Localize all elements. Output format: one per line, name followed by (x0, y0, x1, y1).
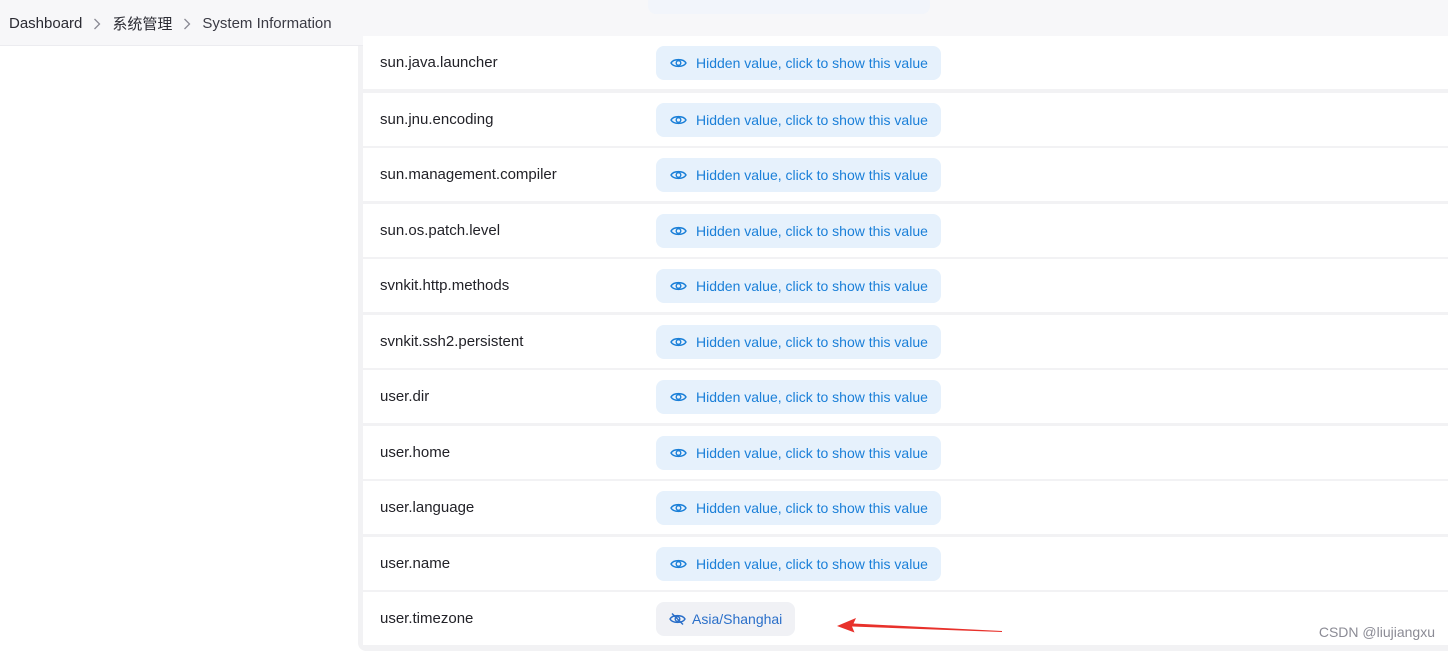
show-value-button[interactable]: Hidden value, click to show this value (656, 269, 941, 303)
show-value-button[interactable]: Hidden value, click to show this value (656, 158, 941, 192)
eye-icon (670, 225, 696, 237)
table-row: sun.os.patch.level Hidden value, click to… (363, 204, 1448, 257)
show-value-button[interactable]: Hidden value, click to show this value (656, 103, 941, 137)
eye-icon (670, 169, 696, 181)
table-row: user.home Hidden value, click to show thi… (363, 426, 1448, 479)
eye-icon (670, 57, 696, 69)
property-key: user.dir (380, 388, 430, 405)
annotation-arrow (837, 618, 1002, 633)
property-key: svnkit.ssh2.persistent (380, 333, 524, 350)
eye-icon (670, 558, 696, 570)
chevron-right-icon (172, 15, 202, 32)
property-key: svnkit.http.methods (380, 277, 510, 294)
breadcrumb-dashboard[interactable]: Dashboard (9, 15, 82, 32)
hidden-value-label: Hidden value, click to show this value (696, 278, 928, 294)
hidden-value-label: Hidden value, click to show this value (696, 389, 928, 405)
revealed-value-button[interactable]: Asia/Shanghai (656, 602, 796, 636)
hidden-value-label: Hidden value, click to show this value (696, 334, 928, 350)
property-key: sun.jnu.encoding (380, 111, 494, 128)
eye-icon (670, 280, 696, 292)
scrolled-button-remnant (648, 0, 930, 14)
chevron-right-icon (82, 15, 112, 32)
show-value-button[interactable]: Hidden value, click to show this value (656, 436, 941, 470)
watermark: CSDN @liujiangxu (1318, 624, 1435, 640)
show-value-button[interactable]: Hidden value, click to show this value (656, 325, 941, 359)
property-key: sun.management.compiler (380, 166, 557, 183)
hidden-value-label: Hidden value, click to show this value (696, 223, 928, 239)
show-value-button[interactable]: Hidden value, click to show this value (656, 46, 941, 80)
hidden-value-label: Hidden value, click to show this value (696, 500, 928, 516)
show-value-button[interactable]: Hidden value, click to show this value (656, 491, 941, 525)
breadcrumb-system-management[interactable]: 系统管理 (112, 13, 172, 34)
table-row: user.dir Hidden value, click to show this… (363, 370, 1448, 423)
hidden-value-label: Hidden value, click to show this value (696, 167, 928, 183)
eye-icon (670, 447, 696, 459)
property-key: user.home (380, 444, 451, 461)
table-row: sun.jnu.encoding Hidden value, click to s… (363, 93, 1448, 146)
hidden-value-label: Hidden value, click to show this value (696, 445, 928, 461)
eye-icon (670, 391, 696, 403)
property-key: sun.java.launcher (380, 54, 498, 71)
property-key: user.timezone (380, 610, 474, 627)
eye-off-icon (669, 612, 692, 626)
hidden-value-label: Hidden value, click to show this value (696, 112, 928, 128)
table-row: user.name Hidden value, click to show thi… (363, 537, 1448, 590)
table-row: svnkit.ssh2.persistent Hidden value, clic… (363, 315, 1448, 368)
hidden-value-label: Hidden value, click to show this value (696, 556, 928, 572)
table-row: user.language Hidden value, click to show… (363, 481, 1448, 534)
table-row: sun.management.compiler Hidden value, cli… (363, 148, 1448, 201)
show-value-button[interactable]: Hidden value, click to show this value (656, 214, 941, 248)
eye-icon (670, 114, 696, 126)
table-row: svnkit.http.methods Hidden value, click t… (363, 259, 1448, 312)
eye-icon (670, 336, 696, 348)
property-key: user.language (380, 499, 475, 516)
show-value-button[interactable]: Hidden value, click to show this value (656, 380, 941, 414)
eye-icon (670, 502, 696, 514)
breadcrumb: Dashboard 系统管理 System Information (9, 12, 332, 34)
property-value: Asia/Shanghai (692, 611, 783, 627)
show-value-button[interactable]: Hidden value, click to show this value (656, 547, 941, 581)
property-key: sun.os.patch.level (380, 222, 501, 239)
breadcrumb-system-information: System Information (202, 14, 332, 32)
table-row: sun.java.launcher Hidden value, click to … (363, 36, 1448, 89)
property-key: user.name (380, 555, 451, 572)
hidden-value-label: Hidden value, click to show this value (696, 55, 928, 71)
